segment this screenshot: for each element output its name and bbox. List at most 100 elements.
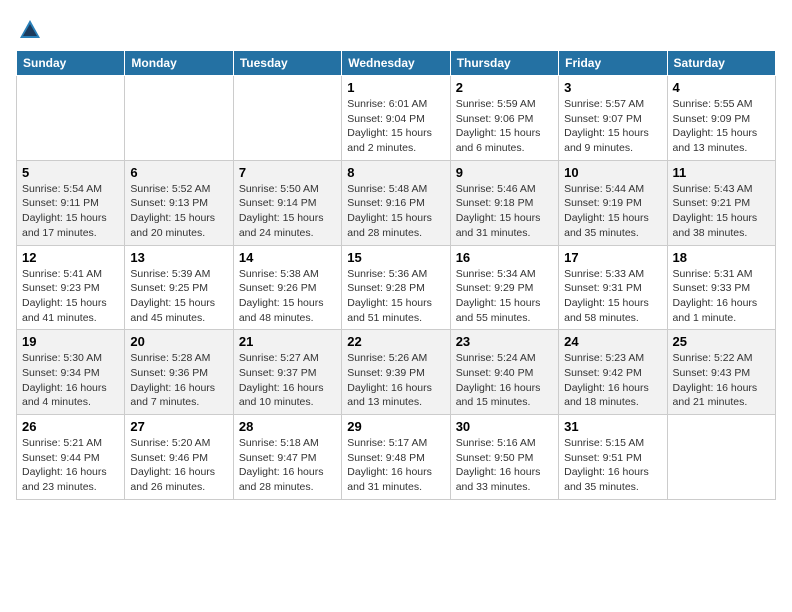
calendar: SundayMondayTuesdayWednesdayThursdayFrid… — [16, 50, 776, 500]
day-header-friday: Friday — [559, 51, 667, 76]
day-header-thursday: Thursday — [450, 51, 558, 76]
page-header — [16, 16, 776, 44]
calendar-cell: 21 Sunrise: 5:27 AM Sunset: 9:37 PM Dayli… — [233, 330, 341, 415]
day-number: 16 — [456, 250, 553, 265]
day-number: 3 — [564, 80, 661, 95]
calendar-cell — [667, 415, 775, 500]
day-info: Sunrise: 5:16 AM Sunset: 9:50 PM Dayligh… — [456, 436, 553, 495]
day-number: 20 — [130, 334, 227, 349]
day-number: 9 — [456, 165, 553, 180]
day-info: Sunrise: 5:22 AM Sunset: 9:43 PM Dayligh… — [673, 351, 770, 410]
calendar-cell: 3 Sunrise: 5:57 AM Sunset: 9:07 PM Daylig… — [559, 76, 667, 161]
calendar-cell — [125, 76, 233, 161]
calendar-cell: 15 Sunrise: 5:36 AM Sunset: 9:28 PM Dayli… — [342, 245, 450, 330]
day-number: 31 — [564, 419, 661, 434]
day-info: Sunrise: 5:18 AM Sunset: 9:47 PM Dayligh… — [239, 436, 336, 495]
day-info: Sunrise: 5:43 AM Sunset: 9:21 PM Dayligh… — [673, 182, 770, 241]
day-header-saturday: Saturday — [667, 51, 775, 76]
day-number: 17 — [564, 250, 661, 265]
day-number: 19 — [22, 334, 119, 349]
calendar-cell: 26 Sunrise: 5:21 AM Sunset: 9:44 PM Dayli… — [17, 415, 125, 500]
day-header-tuesday: Tuesday — [233, 51, 341, 76]
day-info: Sunrise: 5:52 AM Sunset: 9:13 PM Dayligh… — [130, 182, 227, 241]
calendar-cell: 30 Sunrise: 5:16 AM Sunset: 9:50 PM Dayli… — [450, 415, 558, 500]
calendar-cell: 31 Sunrise: 5:15 AM Sunset: 9:51 PM Dayli… — [559, 415, 667, 500]
calendar-cell: 9 Sunrise: 5:46 AM Sunset: 9:18 PM Daylig… — [450, 160, 558, 245]
day-info: Sunrise: 5:31 AM Sunset: 9:33 PM Dayligh… — [673, 267, 770, 326]
day-number: 14 — [239, 250, 336, 265]
day-number: 25 — [673, 334, 770, 349]
day-number: 6 — [130, 165, 227, 180]
calendar-cell — [17, 76, 125, 161]
day-info: Sunrise: 5:48 AM Sunset: 9:16 PM Dayligh… — [347, 182, 444, 241]
day-number: 22 — [347, 334, 444, 349]
day-number: 5 — [22, 165, 119, 180]
calendar-cell: 4 Sunrise: 5:55 AM Sunset: 9:09 PM Daylig… — [667, 76, 775, 161]
calendar-cell: 20 Sunrise: 5:28 AM Sunset: 9:36 PM Dayli… — [125, 330, 233, 415]
day-number: 12 — [22, 250, 119, 265]
calendar-cell: 7 Sunrise: 5:50 AM Sunset: 9:14 PM Daylig… — [233, 160, 341, 245]
logo-icon — [16, 16, 44, 44]
day-info: Sunrise: 5:23 AM Sunset: 9:42 PM Dayligh… — [564, 351, 661, 410]
day-info: Sunrise: 5:55 AM Sunset: 9:09 PM Dayligh… — [673, 97, 770, 156]
day-number: 15 — [347, 250, 444, 265]
day-info: Sunrise: 5:46 AM Sunset: 9:18 PM Dayligh… — [456, 182, 553, 241]
day-number: 27 — [130, 419, 227, 434]
day-number: 8 — [347, 165, 444, 180]
calendar-cell: 12 Sunrise: 5:41 AM Sunset: 9:23 PM Dayli… — [17, 245, 125, 330]
day-info: Sunrise: 5:28 AM Sunset: 9:36 PM Dayligh… — [130, 351, 227, 410]
day-header-sunday: Sunday — [17, 51, 125, 76]
day-info: Sunrise: 5:21 AM Sunset: 9:44 PM Dayligh… — [22, 436, 119, 495]
day-number: 26 — [22, 419, 119, 434]
day-info: Sunrise: 5:34 AM Sunset: 9:29 PM Dayligh… — [456, 267, 553, 326]
day-number: 2 — [456, 80, 553, 95]
day-number: 4 — [673, 80, 770, 95]
calendar-cell: 18 Sunrise: 5:31 AM Sunset: 9:33 PM Dayli… — [667, 245, 775, 330]
day-number: 18 — [673, 250, 770, 265]
day-info: Sunrise: 5:33 AM Sunset: 9:31 PM Dayligh… — [564, 267, 661, 326]
day-number: 11 — [673, 165, 770, 180]
day-number: 24 — [564, 334, 661, 349]
day-number: 30 — [456, 419, 553, 434]
calendar-cell: 27 Sunrise: 5:20 AM Sunset: 9:46 PM Dayli… — [125, 415, 233, 500]
calendar-cell: 17 Sunrise: 5:33 AM Sunset: 9:31 PM Dayli… — [559, 245, 667, 330]
day-info: Sunrise: 5:26 AM Sunset: 9:39 PM Dayligh… — [347, 351, 444, 410]
day-number: 29 — [347, 419, 444, 434]
day-info: Sunrise: 5:27 AM Sunset: 9:37 PM Dayligh… — [239, 351, 336, 410]
day-info: Sunrise: 5:41 AM Sunset: 9:23 PM Dayligh… — [22, 267, 119, 326]
calendar-cell: 6 Sunrise: 5:52 AM Sunset: 9:13 PM Daylig… — [125, 160, 233, 245]
day-info: Sunrise: 5:54 AM Sunset: 9:11 PM Dayligh… — [22, 182, 119, 241]
day-info: Sunrise: 5:39 AM Sunset: 9:25 PM Dayligh… — [130, 267, 227, 326]
day-header-monday: Monday — [125, 51, 233, 76]
calendar-cell: 14Sunrise: 5:38 AM Sunset: 9:26 PM Dayli… — [233, 245, 341, 330]
day-info: Sunrise: 5:17 AM Sunset: 9:48 PM Dayligh… — [347, 436, 444, 495]
calendar-cell: 13 Sunrise: 5:39 AM Sunset: 9:25 PM Dayli… — [125, 245, 233, 330]
day-number: 21 — [239, 334, 336, 349]
day-info: Sunrise: 5:50 AM Sunset: 9:14 PM Dayligh… — [239, 182, 336, 241]
calendar-cell: 23Sunrise: 5:24 AM Sunset: 9:40 PM Dayli… — [450, 330, 558, 415]
day-number: 23 — [456, 334, 553, 349]
day-number: 13 — [130, 250, 227, 265]
day-number: 7 — [239, 165, 336, 180]
calendar-cell: 11 Sunrise: 5:43 AM Sunset: 9:21 PM Dayli… — [667, 160, 775, 245]
day-number: 28 — [239, 419, 336, 434]
logo — [16, 16, 48, 44]
calendar-cell: 10Sunrise: 5:44 AM Sunset: 9:19 PM Dayli… — [559, 160, 667, 245]
calendar-cell — [233, 76, 341, 161]
calendar-cell: 22 Sunrise: 5:26 AM Sunset: 9:39 PM Dayli… — [342, 330, 450, 415]
day-info: Sunrise: 5:57 AM Sunset: 9:07 PM Dayligh… — [564, 97, 661, 156]
calendar-cell: 16 Sunrise: 5:34 AM Sunset: 9:29 PM Dayli… — [450, 245, 558, 330]
day-info: Sunrise: 6:01 AM Sunset: 9:04 PM Dayligh… — [347, 97, 444, 156]
calendar-cell: 2Sunrise: 5:59 AM Sunset: 9:06 PM Daylig… — [450, 76, 558, 161]
day-info: Sunrise: 5:15 AM Sunset: 9:51 PM Dayligh… — [564, 436, 661, 495]
day-info: Sunrise: 5:20 AM Sunset: 9:46 PM Dayligh… — [130, 436, 227, 495]
calendar-cell: 5 Sunrise: 5:54 AM Sunset: 9:11 PM Daylig… — [17, 160, 125, 245]
calendar-cell: 29 Sunrise: 5:17 AM Sunset: 9:48 PM Dayli… — [342, 415, 450, 500]
day-header-wednesday: Wednesday — [342, 51, 450, 76]
calendar-cell: 25 Sunrise: 5:22 AM Sunset: 9:43 PM Dayli… — [667, 330, 775, 415]
calendar-cell: 1 Sunrise: 6:01 AM Sunset: 9:04 PM Daylig… — [342, 76, 450, 161]
day-number: 1 — [347, 80, 444, 95]
day-info: Sunrise: 5:30 AM Sunset: 9:34 PM Dayligh… — [22, 351, 119, 410]
calendar-cell: 24 Sunrise: 5:23 AM Sunset: 9:42 PM Dayli… — [559, 330, 667, 415]
day-info: Sunrise: 5:36 AM Sunset: 9:28 PM Dayligh… — [347, 267, 444, 326]
